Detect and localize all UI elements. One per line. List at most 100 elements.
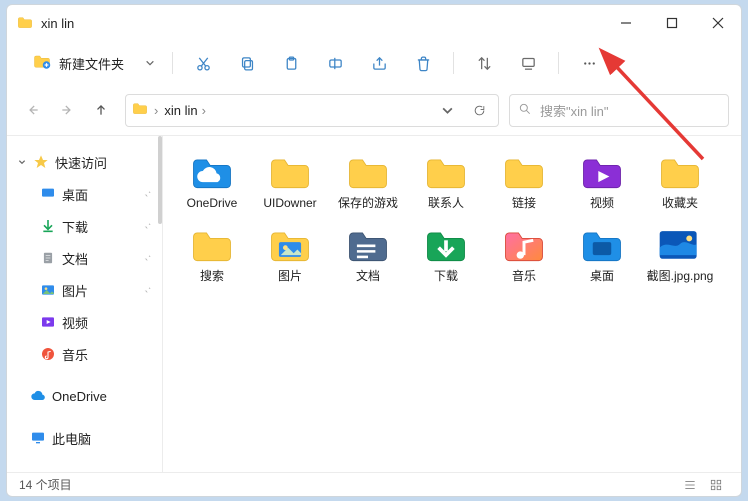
folder-icon	[344, 223, 392, 265]
sidebar-item-label: 桌面	[62, 185, 88, 204]
status-bar: 14 个项目	[7, 472, 741, 496]
folder-item[interactable]: 图片	[251, 221, 329, 284]
paste-button[interactable]	[271, 47, 311, 79]
nav-back-button[interactable]	[19, 96, 47, 124]
folder-item[interactable]: 文档	[329, 221, 407, 284]
view-button[interactable]	[508, 47, 548, 79]
folder-item[interactable]: OneDrive	[173, 148, 251, 211]
sidebar-quick-access[interactable]: 快速访问	[7, 146, 162, 178]
pin-icon	[141, 251, 152, 266]
sidebar-scrollbar[interactable]	[158, 136, 162, 224]
sidebar-item-music[interactable]: 音乐	[7, 338, 162, 370]
nav-up-button[interactable]	[87, 96, 115, 124]
document-icon	[39, 249, 57, 267]
sidebar-onedrive[interactable]: OneDrive	[7, 380, 162, 412]
sidebar-item-picture[interactable]: 图片	[7, 274, 162, 306]
rename-button[interactable]	[315, 47, 355, 79]
sidebar: 快速访问 桌面下载文档图片视频音乐 OneDrive 此电脑	[7, 136, 163, 472]
sidebar-item-label: 音乐	[62, 345, 88, 364]
new-folder-button[interactable]: 新建文件夹	[23, 47, 134, 79]
item-label: 下载	[434, 269, 458, 284]
sort-button[interactable]	[464, 47, 504, 79]
sidebar-item-download[interactable]: 下载	[7, 210, 162, 242]
sidebar-item-label: 视频	[62, 313, 88, 332]
close-button[interactable]	[695, 5, 741, 41]
item-label: 视频	[590, 196, 614, 211]
folder-icon	[578, 150, 626, 192]
search-icon	[518, 102, 532, 119]
folder-item[interactable]: 桌面	[563, 221, 641, 284]
item-label: 图片	[278, 269, 302, 284]
new-folder-icon	[33, 53, 51, 74]
video-icon	[39, 313, 57, 331]
item-label: 文档	[356, 269, 380, 284]
breadcrumb-segment[interactable]: xin lin ›	[164, 103, 206, 118]
item-label: 联系人	[428, 196, 464, 211]
toolbar-sep1	[172, 52, 173, 74]
more-options-button[interactable]	[569, 47, 609, 79]
folder-item[interactable]: 链接	[485, 148, 563, 211]
breadcrumb-chevron-icon: ›	[202, 103, 206, 118]
item-label: 链接	[512, 196, 536, 211]
folder-icon	[500, 223, 548, 265]
item-label: 搜索	[200, 269, 224, 284]
item-label: 截图.jpg.png	[647, 269, 714, 284]
folder-item[interactable]: UIDowner	[251, 148, 329, 211]
folder-item[interactable]: 视频	[563, 148, 641, 211]
breadcrumb-folder-icon	[132, 101, 148, 120]
folder-item[interactable]: 保存的游戏	[329, 148, 407, 211]
folder-item[interactable]: 收藏夹	[641, 148, 719, 211]
titlebar: xin lin	[7, 5, 741, 41]
sidebar-quick-access-label: 快速访问	[55, 153, 107, 172]
folder-icon	[656, 150, 704, 192]
pin-icon	[141, 219, 152, 234]
toolbar-sep2	[453, 52, 454, 74]
window-title: xin lin	[41, 16, 74, 31]
content-pane[interactable]: OneDriveUIDowner 保存的游戏 联系人 链接 视频 收藏夹搜索 图片 文档 下载 音…	[163, 136, 741, 472]
file-explorer-window: xin lin 新建文件夹	[6, 4, 742, 497]
nav-forward-button[interactable]	[53, 96, 81, 124]
delete-button[interactable]	[403, 47, 443, 79]
item-label: 收藏夹	[662, 196, 698, 211]
address-dropdown-button[interactable]	[434, 97, 460, 123]
sidebar-item-video[interactable]: 视频	[7, 306, 162, 338]
sidebar-item-label: 下载	[62, 217, 88, 236]
folder-icon	[422, 150, 470, 192]
refresh-button[interactable]	[466, 97, 492, 123]
cloud-icon	[29, 387, 47, 405]
item-label: 桌面	[590, 269, 614, 284]
sidebar-item-document[interactable]: 文档	[7, 242, 162, 274]
search-box[interactable]: 搜索"xin lin"	[509, 94, 729, 127]
maximize-button[interactable]	[649, 5, 695, 41]
folder-item[interactable]: 联系人	[407, 148, 485, 211]
sidebar-item-desktop[interactable]: 桌面	[7, 178, 162, 210]
pin-icon	[141, 283, 152, 298]
folder-icon	[422, 223, 470, 265]
music-icon	[39, 345, 57, 363]
status-count: 14 个项目	[19, 476, 72, 493]
folder-icon	[578, 223, 626, 265]
icons-view-button[interactable]	[703, 475, 729, 495]
folder-item[interactable]: 搜索	[173, 221, 251, 284]
sidebar-thispc-label: 此电脑	[52, 429, 91, 448]
item-label: 保存的游戏	[338, 196, 398, 211]
folder-icon	[266, 223, 314, 265]
folder-item[interactable]: 音乐	[485, 221, 563, 284]
file-item[interactable]: 截图.jpg.png	[641, 221, 719, 284]
cut-button[interactable]	[183, 47, 223, 79]
star-icon	[32, 153, 50, 171]
navigation-bar: › xin lin › 搜索"xin lin"	[7, 85, 741, 135]
copy-button[interactable]	[227, 47, 267, 79]
details-view-button[interactable]	[677, 475, 703, 495]
sidebar-this-pc[interactable]: 此电脑	[7, 422, 162, 454]
main-area: 快速访问 桌面下载文档图片视频音乐 OneDrive 此电脑 OneDriveU…	[7, 135, 741, 472]
sidebar-onedrive-label: OneDrive	[52, 389, 107, 404]
folder-icon	[344, 150, 392, 192]
address-bar[interactable]: › xin lin ›	[125, 94, 499, 127]
toolbar-sep3	[558, 52, 559, 74]
folder-item[interactable]: 下载	[407, 221, 485, 284]
minimize-button[interactable]	[603, 5, 649, 41]
share-button[interactable]	[359, 47, 399, 79]
image-thumbnail-icon	[656, 223, 704, 265]
new-menu-chevron[interactable]	[138, 47, 162, 79]
